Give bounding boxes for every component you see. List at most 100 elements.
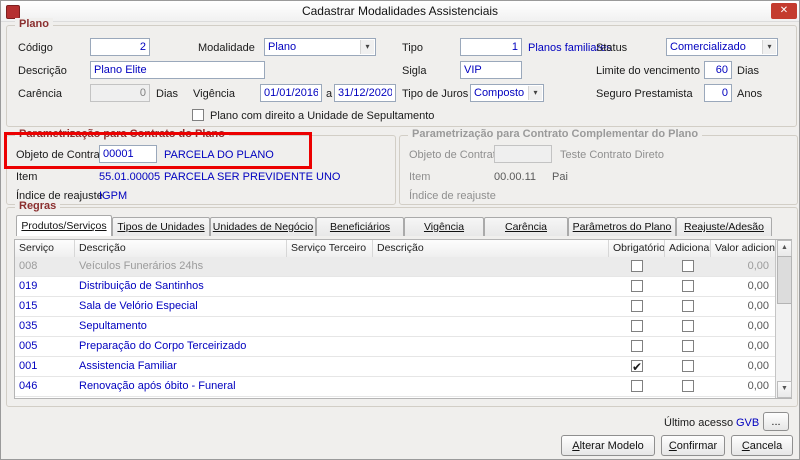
table-row[interactable]: 019 Distribuição de Santinhos 0,00 (15, 277, 775, 297)
cell-descricao: Preparação do Corpo Terceirizado (75, 337, 287, 357)
cell-valor-adicional: 0,00 (711, 297, 775, 317)
regras-group: Regras Produtos/Serviços Tipos de Unidad… (6, 207, 798, 407)
cancelar-button[interactable]: Cancela (731, 435, 793, 456)
adicional-checkbox[interactable] (682, 340, 694, 352)
cell-descricao-terceiro (373, 277, 609, 297)
services-table: Serviço Descrição Serviço Terceiro Descr… (14, 239, 792, 399)
obrigatorio-checkbox[interactable] (631, 360, 643, 372)
item-complementar-value: 00.00.11 (494, 169, 536, 185)
table-row[interactable]: 005 Preparação do Corpo Terceirizado 0,0… (15, 337, 775, 357)
adicional-checkbox[interactable] (682, 280, 694, 292)
cell-valor-adicional: 0,00 (711, 277, 775, 297)
adicional-checkbox[interactable] (682, 360, 694, 372)
tab-beneficiarios[interactable]: Beneficiários (316, 217, 404, 236)
col-header-descricao-terceiro[interactable]: Descrição (373, 240, 609, 257)
dropdown-arrow-icon: ▾ (528, 86, 542, 100)
cell-obrigatorio (609, 277, 665, 297)
cell-descricao: Sala de Velório Especial (75, 297, 287, 317)
seguro-prestamista-input[interactable] (704, 84, 732, 102)
tab-parametros-do-plano[interactable]: Parâmetros do Plano (568, 217, 676, 236)
cell-descricao: Renovação após óbito - Funeral (75, 377, 287, 397)
objeto-contrato-desc: PARCELA DO PLANO (164, 147, 274, 163)
obrigatorio-checkbox[interactable] (631, 340, 643, 352)
modalidade-label: Modalidade (198, 40, 255, 56)
sigla-input[interactable] (460, 61, 522, 79)
vigencia-end-input[interactable] (334, 84, 396, 102)
carencia-input (90, 84, 150, 102)
tab-unidades-de-negocio[interactable]: Unidades de Negócio (210, 217, 316, 236)
scroll-thumb[interactable] (777, 256, 792, 304)
sepultamento-checkbox[interactable] (192, 109, 204, 121)
tab-carencia[interactable]: Carência (484, 217, 568, 236)
indice-reajuste-value: IGPM (99, 188, 127, 204)
cell-servico-terceiro (287, 277, 373, 297)
tab-reajuste-adesao[interactable]: Reajuste/Adesão (676, 217, 772, 236)
cell-adicional (665, 317, 711, 337)
cell-obrigatorio (609, 357, 665, 377)
objeto-contrato-complementar-desc: Teste Contrato Direto (560, 147, 664, 163)
status-label: Status (596, 40, 627, 56)
table-header: Serviço Descrição Serviço Terceiro Descr… (15, 240, 775, 258)
tipo-juros-select[interactable]: Composto ▾ (470, 84, 544, 102)
tab-vigencia[interactable]: Vigência (404, 217, 484, 236)
col-header-obrigatorio[interactable]: Obrigatório (609, 240, 665, 257)
obrigatorio-checkbox[interactable] (631, 320, 643, 332)
cell-obrigatorio (609, 297, 665, 317)
status-select[interactable]: Comercializado ▾ (666, 38, 778, 56)
carencia-suffix: Dias (156, 86, 178, 102)
table-row[interactable]: 008 Veículos Funerários 24hs 0,00 (15, 257, 775, 277)
cell-servico: 035 (15, 317, 75, 337)
cell-obrigatorio (609, 377, 665, 397)
indice-reajuste-complementar-label: Índice de reajuste (409, 188, 496, 204)
cell-servico-terceiro (287, 297, 373, 317)
col-header-adicional[interactable]: Adicional (665, 240, 711, 257)
cell-obrigatorio (609, 337, 665, 357)
col-header-descricao[interactable]: Descrição (75, 240, 287, 257)
adicional-checkbox[interactable] (682, 320, 694, 332)
scroll-up-button[interactable]: ▲ (777, 240, 792, 257)
adicional-checkbox[interactable] (682, 260, 694, 272)
table-row[interactable]: 035 Sepultamento 0,00 (15, 317, 775, 337)
vigencia-start-input[interactable] (260, 84, 322, 102)
close-button[interactable]: ✕ (771, 3, 797, 19)
adicional-checkbox[interactable] (682, 380, 694, 392)
cell-adicional (665, 277, 711, 297)
ultimo-acesso-browse-button[interactable]: ... (763, 412, 789, 431)
descricao-input[interactable] (90, 61, 265, 79)
alterar-modelo-button[interactable]: Alterar Modelo (561, 435, 655, 456)
seguro-prestamista-suffix: Anos (737, 86, 762, 102)
cell-valor-adicional: 0,00 (711, 337, 775, 357)
table-row[interactable]: 001 Assistencia Familiar 0,00 (15, 357, 775, 377)
tab-tipos-de-unidades[interactable]: Tipos de Unidades (112, 217, 210, 236)
objeto-contrato-input[interactable] (99, 145, 157, 163)
contrato-plano-group: Parametrização para Contrato do Plano Ob… (6, 135, 396, 205)
limite-vencimento-input[interactable] (704, 61, 732, 79)
col-header-servico-terceiro[interactable]: Serviço Terceiro (287, 240, 373, 257)
dropdown-arrow-icon: ▾ (762, 40, 776, 54)
obrigatorio-checkbox[interactable] (631, 300, 643, 312)
cell-descricao-terceiro (373, 357, 609, 377)
tipo-input[interactable] (460, 38, 522, 56)
tab-produtos-servicos[interactable]: Produtos/Serviços (16, 215, 112, 236)
adicional-checkbox[interactable] (682, 300, 694, 312)
obrigatorio-checkbox[interactable] (631, 280, 643, 292)
cell-descricao-terceiro (373, 377, 609, 397)
table-row[interactable]: 015 Sala de Velório Especial 0,00 (15, 297, 775, 317)
table-row[interactable]: 046 Renovação após óbito - Funeral 0,00 (15, 377, 775, 397)
scroll-down-button[interactable]: ▼ (777, 381, 792, 398)
cell-adicional (665, 357, 711, 377)
cell-descricao-terceiro (373, 257, 609, 277)
col-header-valor-adicional[interactable]: Valor adicional (711, 240, 775, 257)
cell-servico-terceiro (287, 317, 373, 337)
item-complementar-label: Item (409, 169, 430, 185)
regras-group-title: Regras (15, 200, 60, 212)
cell-valor-adicional: 0,00 (711, 377, 775, 397)
modalidade-select[interactable]: Plano ▾ (264, 38, 376, 56)
obrigatorio-checkbox[interactable] (631, 260, 643, 272)
confirmar-button[interactable]: Confirmar (661, 435, 725, 456)
codigo-input[interactable] (90, 38, 150, 56)
objeto-contrato-label: Objeto de Contrato (16, 147, 109, 163)
col-header-servico[interactable]: Serviço (15, 240, 75, 257)
obrigatorio-checkbox[interactable] (631, 380, 643, 392)
sigla-label: Sigla (402, 63, 426, 79)
